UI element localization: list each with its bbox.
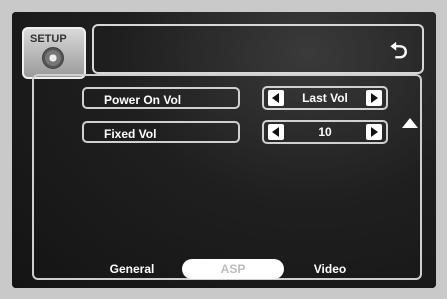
- power-on-vol-selector[interactable]: Last Vol: [262, 86, 388, 110]
- title-box: ⮌: [92, 24, 424, 74]
- setup-tab-label: SETUP: [30, 33, 67, 45]
- tv-frame: SETUP ⮌ Power On Vol Last Vol Fixed Vol …: [0, 0, 447, 299]
- right-arrow-icon[interactable]: [366, 124, 382, 140]
- fixed-vol-selector[interactable]: 10: [262, 120, 388, 144]
- fixed-vol-label[interactable]: Fixed Vol: [82, 121, 240, 143]
- setup-tab[interactable]: SETUP: [22, 27, 86, 79]
- tab-asp[interactable]: ASP: [182, 259, 284, 279]
- power-on-vol-value: Last Vol: [302, 91, 348, 105]
- fixed-vol-value: 10: [318, 125, 332, 139]
- tab-general[interactable]: General: [96, 259, 168, 279]
- disc-icon: [42, 47, 64, 69]
- left-arrow-icon[interactable]: [268, 124, 284, 140]
- tab-video[interactable]: Video: [294, 259, 366, 279]
- bottom-tab-bar: General ASP Video: [96, 259, 396, 279]
- return-arrow-icon[interactable]: ⮌: [390, 34, 408, 72]
- left-arrow-icon[interactable]: [268, 90, 284, 106]
- scroll-up-icon[interactable]: [402, 118, 418, 128]
- right-arrow-icon[interactable]: [366, 90, 382, 106]
- power-on-vol-label[interactable]: Power On Vol: [82, 87, 240, 109]
